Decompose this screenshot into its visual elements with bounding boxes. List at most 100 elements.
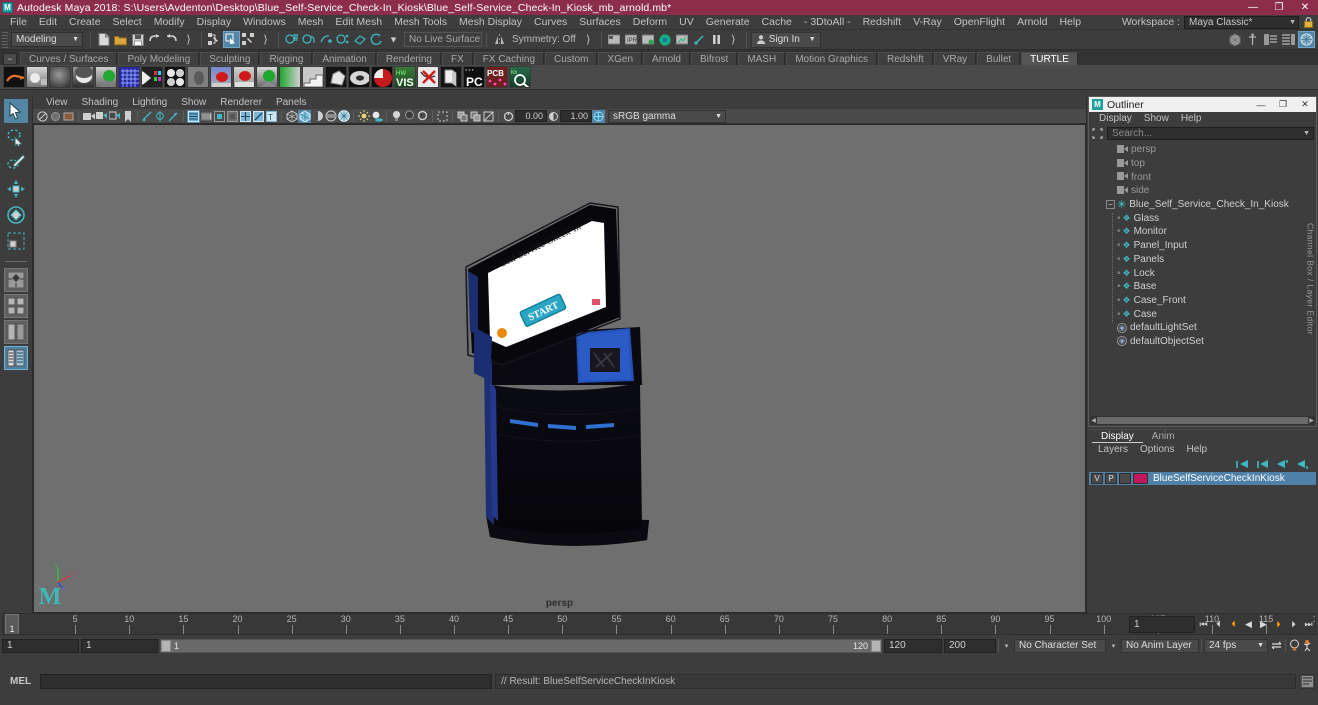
two-sided-lighting-icon[interactable] xyxy=(95,110,108,123)
shelf-tab-rendering[interactable]: Rendering xyxy=(376,52,441,65)
toolbar-grip[interactable] xyxy=(2,31,8,48)
expand-toolbar-icon[interactable]: ⟩ xyxy=(180,31,197,48)
menu-arnold[interactable]: Arnold xyxy=(1011,15,1053,30)
shelf-tab-mash[interactable]: MASH xyxy=(738,52,786,65)
lock-icon[interactable] xyxy=(1303,16,1314,29)
select-by-object-icon[interactable] xyxy=(223,31,240,48)
outliner-maximize-button[interactable]: ❐ xyxy=(1272,97,1294,112)
hardware-texturing-icon[interactable] xyxy=(311,110,324,123)
x-ray-shading-icon[interactable] xyxy=(239,110,252,123)
outliner-item-top[interactable]: top xyxy=(1089,157,1316,171)
exposure-field[interactable]: 0.00 xyxy=(515,110,547,122)
menu-modify[interactable]: Modify xyxy=(148,15,191,30)
camera-attributes-icon[interactable] xyxy=(62,110,75,123)
viewport-menu-lighting[interactable]: Lighting xyxy=(125,97,174,108)
close-button[interactable]: ✕ xyxy=(1292,0,1318,15)
outliner-item-lock[interactable]: • ❖ Lock xyxy=(1089,266,1316,280)
outliner-minimize-button[interactable]: — xyxy=(1250,97,1272,112)
color-management-toggle-icon[interactable] xyxy=(592,109,605,123)
select-by-component-icon[interactable] xyxy=(240,31,257,48)
two-pane-layout[interactable] xyxy=(4,320,28,344)
select-tool[interactable] xyxy=(4,99,28,123)
layer-menu-help[interactable]: Help xyxy=(1180,444,1213,455)
show-hide-channel-box-icon[interactable] xyxy=(1280,31,1297,48)
shelf-item-pcb-icon[interactable]: PCB xyxy=(486,66,508,88)
wireframe-shading-icon[interactable] xyxy=(187,109,200,123)
outliner-search-input[interactable]: Search... ▼ xyxy=(1107,126,1314,140)
outliner-item-front[interactable]: front xyxy=(1089,170,1316,184)
show-hide-layer-editor-icon[interactable] xyxy=(1298,31,1315,48)
outliner-item-default-object-set[interactable]: ◉ defaultObjectSet xyxy=(1089,335,1316,349)
use-all-lights-icon[interactable] xyxy=(357,110,370,123)
wireframe-on-shaded-icon[interactable] xyxy=(285,110,298,123)
smooth-shade-all-icon[interactable] xyxy=(200,110,213,123)
menu-help[interactable]: Help xyxy=(1053,15,1087,30)
hardware-fog-icon[interactable] xyxy=(324,110,337,123)
go-to-end-button[interactable]: ⏭ xyxy=(1302,617,1315,631)
range-slider[interactable]: 1 120 xyxy=(160,638,882,653)
outliner-item-case[interactable]: • ❖ Case xyxy=(1089,307,1316,321)
menuset-dropdown[interactable]: Modeling ▼ xyxy=(11,32,83,47)
step-forward-key-button[interactable]: ⏵ xyxy=(1287,617,1300,631)
paint-select-tool[interactable] xyxy=(4,151,28,175)
render-view-icon[interactable] xyxy=(606,31,623,48)
symmetry-label[interactable]: Symmetry: Off xyxy=(508,32,580,47)
workspace-dropdown[interactable]: Maya Classic* ▼ xyxy=(1184,15,1299,29)
shelf-item-vis-icon[interactable]: HW VIS xyxy=(394,66,416,88)
snap-to-grid-icon[interactable] xyxy=(283,31,300,48)
tab-anim-layers[interactable]: Anim xyxy=(1142,431,1184,443)
tab-display-layers[interactable]: Display xyxy=(1092,431,1143,443)
render-region-icon[interactable] xyxy=(691,31,708,48)
outliner-menu-display[interactable]: Display xyxy=(1093,113,1138,124)
menu-select[interactable]: Select xyxy=(107,15,148,30)
menu-3dtoall[interactable]: - 3DtoAll - xyxy=(798,15,857,30)
layer-row[interactable]: V P BlueSelfServiceCheckInKiosk xyxy=(1089,472,1316,485)
light-bulb-icon[interactable] xyxy=(390,110,403,123)
shelf-item-green-sphere-icon[interactable] xyxy=(256,66,278,88)
gate-mask-icon[interactable] xyxy=(108,110,121,123)
render-expand-icon[interactable]: ⟩ xyxy=(725,31,742,48)
range-start-field[interactable]: 1 xyxy=(2,638,79,653)
single-perspective-layout[interactable] xyxy=(4,268,28,292)
snapshot-icon[interactable] xyxy=(482,110,495,123)
current-frame-indicator[interactable]: 1 xyxy=(5,614,19,634)
shaded-textured-icon[interactable] xyxy=(213,110,226,123)
outliner-item-base[interactable]: • ❖ Base xyxy=(1089,280,1316,294)
shelf-item-turtle-render-icon[interactable] xyxy=(3,66,25,88)
x-ray-joints-icon[interactable] xyxy=(252,110,265,123)
shelf-item-light-area-icon[interactable] xyxy=(233,66,255,88)
use-default-material-icon[interactable] xyxy=(226,110,239,123)
show-hide-attribute-editor-icon[interactable] xyxy=(1244,31,1261,48)
hypershade-icon[interactable] xyxy=(657,31,674,48)
layer-color-swatch[interactable] xyxy=(1133,473,1148,484)
rotate-tool[interactable] xyxy=(4,203,28,227)
pause-render-icon[interactable] xyxy=(708,31,725,48)
motion-blur-icon[interactable] xyxy=(416,110,429,123)
color-management-dropdown[interactable]: sRGB gamma ▼ xyxy=(608,109,726,123)
menu-surfaces[interactable]: Surfaces xyxy=(573,15,626,30)
play-forwards-button[interactable]: ▶ xyxy=(1257,617,1270,631)
screen-space-ao-icon[interactable] xyxy=(337,110,350,123)
range-start-handle[interactable] xyxy=(161,639,171,652)
anim-start-field[interactable]: 1 xyxy=(81,638,158,653)
shelf-item-pc-icon[interactable]: * * * PC xyxy=(463,66,485,88)
collapse-expander-icon[interactable]: − xyxy=(1106,200,1115,210)
viewport-menu-show[interactable]: Show xyxy=(174,97,213,108)
auto-keyframe-icon[interactable] xyxy=(1288,639,1301,653)
menu-mesh[interactable]: Mesh xyxy=(292,15,330,30)
step-back-key-button[interactable]: ⏴ xyxy=(1212,617,1225,631)
shelf-item-rock-icon[interactable] xyxy=(325,66,347,88)
smooth-shade-icon[interactable] xyxy=(298,109,311,123)
range-end-handle[interactable] xyxy=(871,639,881,652)
step-forward-frame-button[interactable]: ⏵ xyxy=(1272,617,1285,631)
menu-vray[interactable]: V-Ray xyxy=(907,15,948,30)
bookmark-icon[interactable] xyxy=(121,110,134,123)
menu-redshift[interactable]: Redshift xyxy=(857,15,908,30)
script-editor-icon[interactable] xyxy=(1299,673,1315,689)
marquee-select-icon[interactable] xyxy=(1091,127,1104,140)
shelf-tab-vray[interactable]: VRay xyxy=(933,52,977,65)
shelf-item-search-kb-icon[interactable]: Kb xyxy=(509,66,531,88)
outliner-item-panels[interactable]: • ❖ Panels xyxy=(1089,253,1316,267)
playback-end-field[interactable]: 120 xyxy=(884,638,942,653)
mel-label[interactable]: MEL xyxy=(4,676,37,687)
